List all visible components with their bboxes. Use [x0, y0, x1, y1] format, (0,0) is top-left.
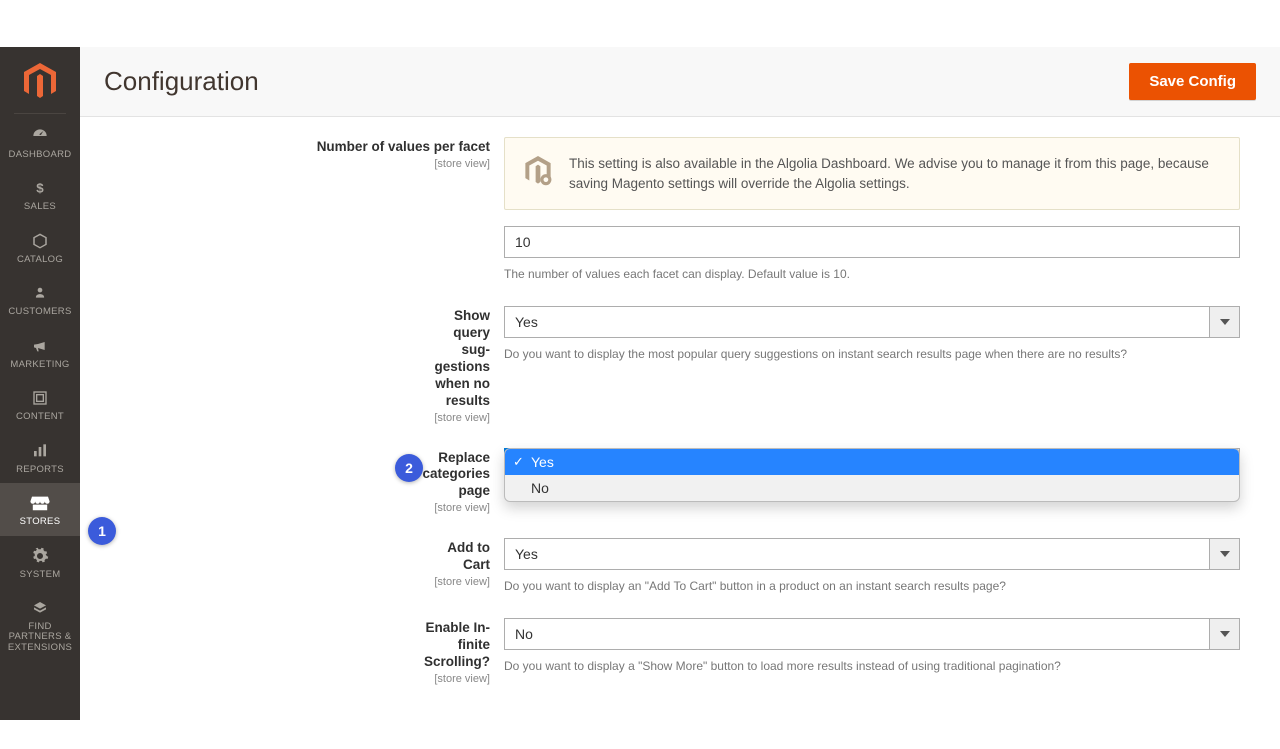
sidebar-item-sales[interactable]: $ SALES — [0, 168, 80, 220]
field-label: Enable In-finiteScrolling? [store view] — [120, 618, 490, 685]
chevron-down-icon[interactable] — [1210, 538, 1240, 570]
help-text: Do you want to display a "Show More" but… — [504, 658, 1240, 674]
dropdown-option-no[interactable]: No — [505, 475, 1239, 501]
step-marker-1: 1 — [88, 517, 116, 545]
field-control: Yes Do you want to display the most popu… — [504, 306, 1240, 362]
select-value[interactable]: Yes — [504, 306, 1210, 338]
cube-icon — [31, 231, 49, 251]
sidebar-item-label: SALES — [24, 202, 56, 212]
select-value[interactable]: No — [504, 618, 1210, 650]
sidebar-item-reports[interactable]: REPORTS — [0, 431, 80, 483]
notice-text: This setting is also available in the Al… — [569, 154, 1221, 193]
svg-text:$: $ — [36, 181, 44, 196]
sidebar-item-label: REPORTS — [16, 465, 64, 475]
field-control: This setting is also available in the Al… — [504, 137, 1240, 282]
sidebar-item-label: MARKETING — [10, 360, 69, 370]
field-label: Add toCart [store view] — [120, 538, 490, 588]
sidebar-item-partners[interactable]: FIND PARTNERS & EXTENSIONS — [0, 588, 80, 661]
sidebar-item-content[interactable]: CONTENT — [0, 378, 80, 430]
help-text: Do you want to display an "Add To Cart" … — [504, 578, 1240, 594]
sidebar-item-label: FIND PARTNERS & EXTENSIONS — [4, 622, 76, 653]
sidebar-divider — [14, 113, 66, 114]
sidebar-item-dashboard[interactable]: DASHBOARD — [0, 116, 80, 168]
layout-icon — [32, 388, 48, 408]
dollar-icon: $ — [32, 178, 48, 198]
field-control: No Do you want to display a "Show More" … — [504, 618, 1240, 674]
field-number-of-values: Number of values per facet [store view] … — [120, 137, 1240, 282]
help-text: Do you want to display the most popular … — [504, 346, 1240, 362]
sidebar-item-catalog[interactable]: CATALOG — [0, 221, 80, 273]
scope-text: [store view] — [120, 412, 490, 424]
person-icon — [33, 283, 47, 303]
dropdown-list: Yes No — [504, 448, 1240, 502]
field-control: Yes No — [504, 448, 1240, 480]
field-label: Showquerysug-gestionswhen noresults [sto… — [120, 306, 490, 423]
magento-gear-icon — [523, 156, 553, 189]
page-header: Configuration Save Config — [80, 47, 1280, 117]
label-text: Showquerysug-gestionswhen noresults — [120, 308, 490, 409]
scope-text: [store view] — [120, 502, 490, 514]
field-label: Number of values per facet [store view] — [120, 137, 490, 170]
query-suggestions-select[interactable]: Yes — [504, 306, 1240, 338]
label-text: Enable In-finiteScrolling? — [120, 620, 490, 671]
sidebar-item-label: CATALOG — [17, 255, 63, 265]
scope-text: [store view] — [120, 673, 490, 685]
chevron-down-icon[interactable] — [1210, 306, 1240, 338]
sidebar-item-system[interactable]: SYSTEM — [0, 536, 80, 588]
sidebar-item-stores[interactable]: STORES — [0, 483, 80, 535]
algolia-notice: This setting is also available in the Al… — [504, 137, 1240, 210]
field-control: Yes Do you want to display an "Add To Ca… — [504, 538, 1240, 594]
gear-icon — [31, 546, 49, 566]
sidebar-item-label: CONTENT — [16, 412, 64, 422]
handshake-icon — [30, 598, 50, 618]
step-marker-2: 2 — [395, 454, 423, 482]
sidebar-item-label: SYSTEM — [20, 570, 61, 580]
sidebar-item-marketing[interactable]: MARKETING — [0, 326, 80, 378]
save-config-button[interactable]: Save Config — [1129, 63, 1256, 100]
sidebar-item-customers[interactable]: CUSTOMERS — [0, 273, 80, 325]
sidebar-item-label: CUSTOMERS — [8, 307, 71, 317]
page-title: Configuration — [104, 66, 259, 97]
main-content: Configuration Save Config Number of valu… — [80, 0, 1280, 749]
number-of-values-input[interactable] — [504, 226, 1240, 258]
field-add-to-cart: Add toCart [store view] Yes Do you want … — [120, 538, 1240, 594]
label-text: Add toCart — [120, 540, 490, 574]
field-replace-categories: 2 Replacecategoriespage [store view] Yes… — [120, 448, 1240, 515]
field-query-suggestions: Showquerysug-gestionswhen noresults [sto… — [120, 306, 1240, 423]
chevron-down-icon[interactable] — [1210, 618, 1240, 650]
sidebar-item-label: DASHBOARD — [9, 150, 72, 160]
dropdown-option-yes[interactable]: Yes — [505, 449, 1239, 475]
scope-text: [store view] — [120, 576, 490, 588]
store-icon — [30, 493, 50, 513]
admin-sidebar: DASHBOARD $ SALES CATALOG CUSTOMERS MARK… — [0, 47, 80, 720]
dashboard-icon — [30, 126, 50, 146]
infinite-scrolling-select[interactable]: No — [504, 618, 1240, 650]
scope-text: [store view] — [120, 158, 490, 170]
label-text: Replacecategoriespage — [120, 450, 490, 501]
bar-chart-icon — [31, 441, 49, 461]
add-to-cart-select[interactable]: Yes — [504, 538, 1240, 570]
config-form: Number of values per facet [store view] … — [80, 117, 1280, 749]
field-label: Replacecategoriespage [store view] — [120, 448, 490, 515]
bullhorn-icon — [31, 336, 49, 356]
sidebar-item-label: STORES — [20, 517, 61, 527]
label-text: Number of values per facet — [120, 139, 490, 156]
select-value[interactable]: Yes — [504, 538, 1210, 570]
field-infinite-scrolling: Enable In-finiteScrolling? [store view] … — [120, 618, 1240, 685]
help-text: The number of values each facet can disp… — [504, 266, 1240, 282]
magento-logo — [0, 47, 80, 113]
